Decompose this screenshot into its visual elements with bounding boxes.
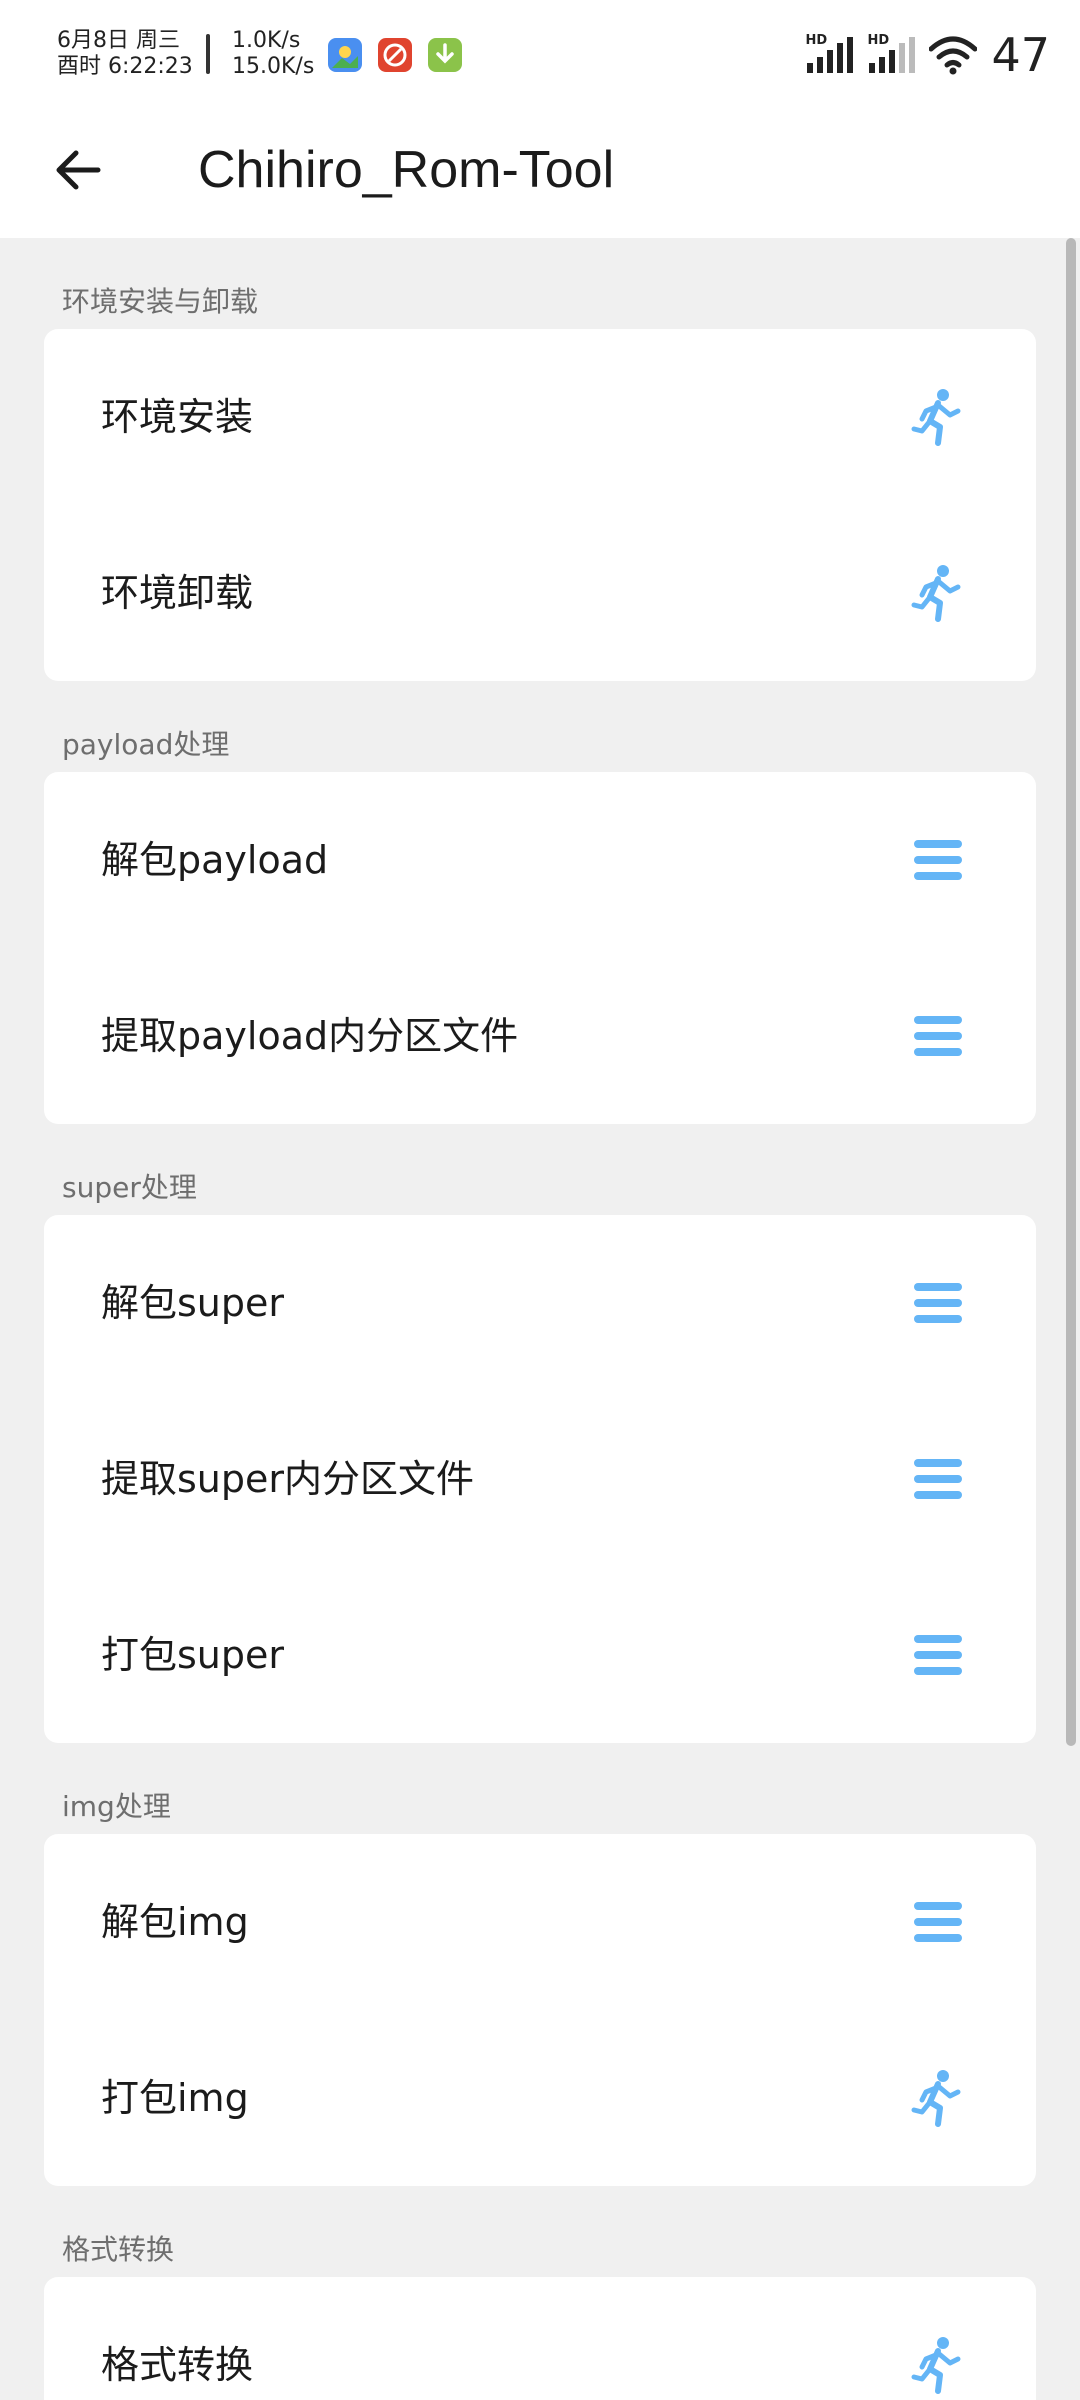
status-bar: 6月8日 周三 酉时 6:22:23 1.0K/s 15.0K/s HD HD bbox=[0, 0, 1080, 110]
list-item-label: 环境卸载 bbox=[101, 571, 254, 615]
list-item-label: 提取super内分区文件 bbox=[101, 1457, 475, 1501]
menu-icon bbox=[908, 830, 968, 890]
list-item-extract-payload-partitions[interactable]: 提取payload内分区文件 bbox=[44, 948, 1036, 1124]
list-item-format-convert[interactable]: 格式转换 bbox=[44, 2277, 1036, 2400]
gallery-app-icon bbox=[328, 38, 362, 72]
remote-app-icon bbox=[378, 38, 412, 72]
list-item-unpack-payload[interactable]: 解包payload bbox=[44, 772, 1036, 948]
card-super: 解包super 提取super内分区文件 打包super bbox=[44, 1215, 1036, 1743]
signal-icon: HD bbox=[867, 33, 916, 75]
list-item-label: 解包img bbox=[101, 1900, 249, 1944]
run-icon bbox=[908, 2335, 968, 2395]
list-item-extract-super-partitions[interactable]: 提取super内分区文件 bbox=[44, 1391, 1036, 1567]
list-item-label: 打包super bbox=[101, 1633, 285, 1677]
card-payload: 解包payload 提取payload内分区文件 bbox=[44, 772, 1036, 1124]
menu-icon bbox=[908, 1625, 968, 1685]
run-icon bbox=[908, 387, 968, 447]
wifi-icon bbox=[929, 36, 978, 75]
card-environment: 环境安装 环境卸载 bbox=[44, 329, 1036, 681]
page-title: Chihiro_Rom-Tool bbox=[198, 141, 615, 199]
list-item-label: 提取payload内分区文件 bbox=[101, 1014, 519, 1058]
download-app-icon bbox=[428, 38, 462, 72]
status-time: 酉时 6:22:23 bbox=[57, 54, 193, 79]
list-item-label: 格式转换 bbox=[101, 2343, 254, 2387]
section-header-payload: payload处理 bbox=[62, 728, 230, 761]
network-speed: 1.0K/s 15.0K/s bbox=[232, 28, 314, 80]
card-format: 格式转换 bbox=[44, 2277, 1036, 2400]
arrow-back-icon bbox=[56, 150, 101, 190]
list-item-unpack-super[interactable]: 解包super bbox=[44, 1215, 1036, 1391]
menu-icon bbox=[908, 1273, 968, 1333]
card-img: 解包img 打包img bbox=[44, 1834, 1036, 2186]
list-item-pack-img[interactable]: 打包img bbox=[44, 2010, 1036, 2186]
speed-up: 1.0K/s bbox=[232, 28, 301, 53]
status-datetime: 6月8日 周三 酉时 6:22:23 bbox=[57, 28, 193, 80]
menu-icon bbox=[908, 1006, 968, 1066]
battery-level: 47 bbox=[991, 28, 1050, 82]
scrollbar[interactable] bbox=[1066, 238, 1076, 1746]
back-button[interactable] bbox=[38, 130, 118, 210]
list-item-uninstall-environment[interactable]: 环境卸载 bbox=[44, 505, 1036, 681]
status-divider bbox=[206, 34, 210, 74]
list-item-install-environment[interactable]: 环境安装 bbox=[44, 329, 1036, 505]
menu-icon bbox=[908, 1449, 968, 1509]
section-header-format: 格式转换 bbox=[62, 2233, 175, 2266]
list-item-label: 环境安装 bbox=[101, 395, 254, 439]
list-item-pack-super[interactable]: 打包super bbox=[44, 1567, 1036, 1743]
speed-down: 15.0K/s bbox=[232, 54, 315, 79]
list-item-label: 解包payload bbox=[101, 838, 329, 882]
run-icon bbox=[908, 2068, 968, 2128]
list-item-unpack-img[interactable]: 解包img bbox=[44, 1834, 1036, 2010]
list-item-label: 打包img bbox=[101, 2076, 249, 2120]
settings-list[interactable]: 环境安装与卸载 环境安装 环境卸载 payload处理 解包payload 提取… bbox=[0, 238, 1080, 2400]
section-header-img: img处理 bbox=[62, 1790, 171, 1823]
section-header-environment: 环境安装与卸载 bbox=[62, 285, 259, 318]
app-bar: Chihiro_Rom-Tool bbox=[0, 110, 1080, 238]
run-icon bbox=[908, 563, 968, 623]
signal-icon: HD bbox=[805, 33, 854, 75]
section-header-super: super处理 bbox=[62, 1171, 197, 1204]
list-item-label: 解包super bbox=[101, 1281, 285, 1325]
status-date: 6月8日 周三 bbox=[57, 28, 180, 53]
menu-icon bbox=[908, 1892, 968, 1952]
status-right: HD HD 47 bbox=[805, 22, 1050, 88]
